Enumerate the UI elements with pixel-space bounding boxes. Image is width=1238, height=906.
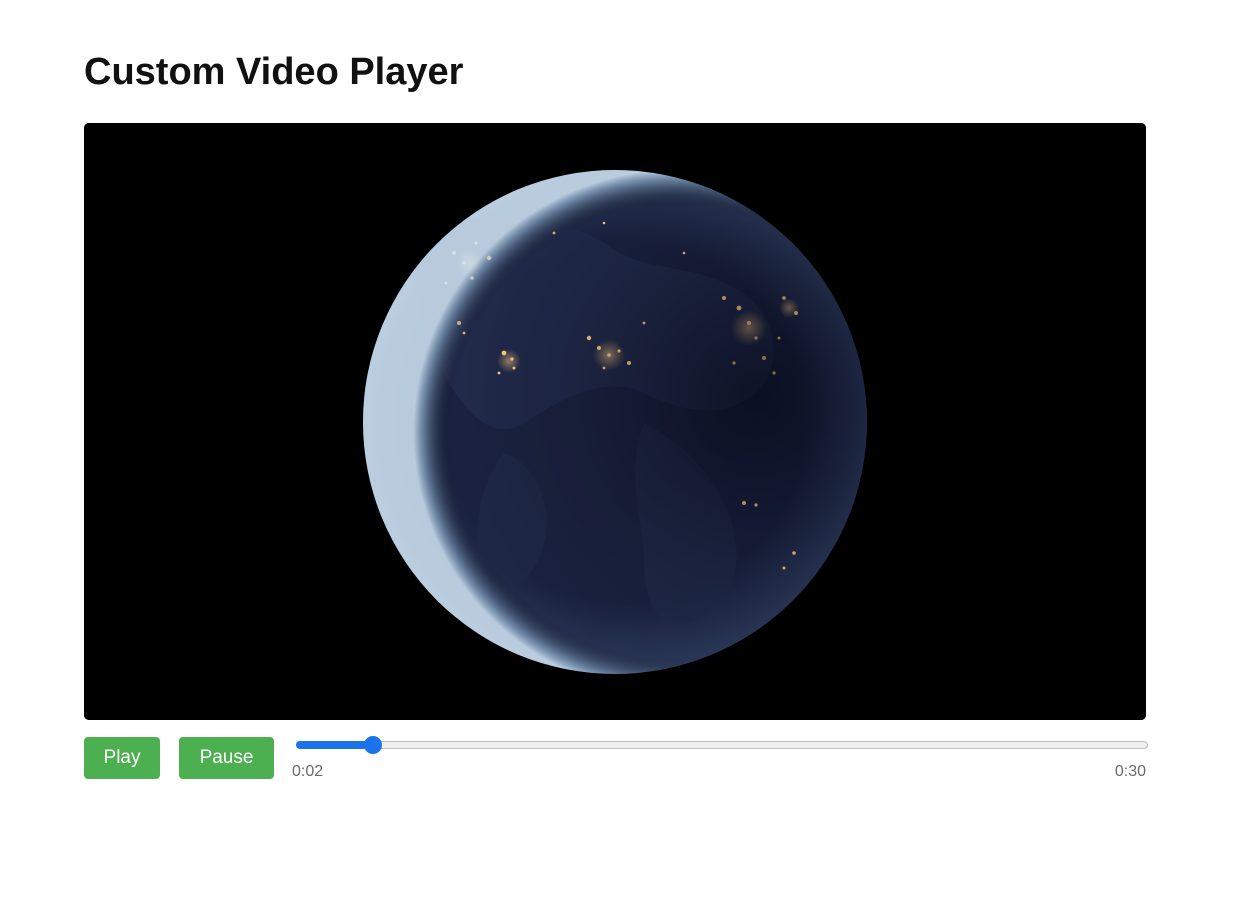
video-frame[interactable]	[84, 123, 1146, 720]
seek-progress-fill	[296, 741, 373, 749]
earth-globe-image	[84, 123, 1146, 720]
current-time: 0:02	[292, 763, 324, 780]
page-title: Custom Video Player	[84, 51, 464, 93]
seek-track[interactable]	[296, 741, 1148, 749]
video-player-page: Custom Video Player Play Pause 0:02 0:30	[0, 0, 1238, 906]
duration-time: 0:30	[1114, 763, 1146, 780]
pause-button[interactable]: Pause	[179, 737, 274, 779]
play-button[interactable]: Play	[84, 737, 160, 779]
seek-bar[interactable]	[296, 736, 1148, 754]
slider-thumb-icon[interactable]	[364, 736, 382, 754]
